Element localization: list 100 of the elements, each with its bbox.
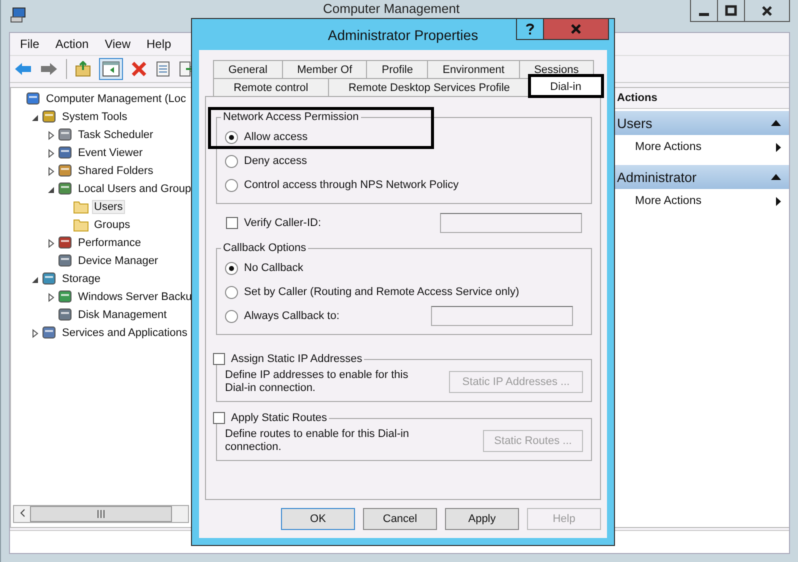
callback-number-field[interactable] xyxy=(431,306,573,326)
minimize-button[interactable] xyxy=(690,0,718,22)
tool-icon xyxy=(57,289,73,305)
section-toggle-icon[interactable] xyxy=(771,174,781,180)
console-tree-icon[interactable] xyxy=(99,58,123,80)
tree-item[interactable]: Shared Folders xyxy=(76,164,156,178)
submenu-arrow-icon xyxy=(776,196,781,206)
menu-item[interactable]: View xyxy=(104,37,130,51)
expand-arrow-icon[interactable] xyxy=(46,238,54,248)
radio-button[interactable] xyxy=(225,130,238,144)
maximize-icon xyxy=(725,4,737,16)
tree-item[interactable]: Services and Applications xyxy=(60,326,190,340)
radio-button[interactable] xyxy=(225,154,238,168)
dialog-title: Administrator Properties xyxy=(328,26,478,42)
checkbox-label: Verify Caller-ID: xyxy=(244,217,322,229)
collapse-arrow-icon[interactable] xyxy=(30,112,38,122)
tree-item[interactable]: Windows Server Backu xyxy=(76,290,191,304)
tool-icon xyxy=(41,109,57,125)
expand-arrow-icon[interactable] xyxy=(46,148,54,158)
checkbox[interactable] xyxy=(213,412,225,424)
folder-up-icon[interactable] xyxy=(75,61,91,77)
help-icon xyxy=(526,23,534,35)
description-text: Define routes to enable for this Dial-in connection. xyxy=(225,428,410,454)
expand-arrow-icon[interactable] xyxy=(46,292,54,302)
tool-icon xyxy=(57,235,73,251)
expand-arrow-icon[interactable] xyxy=(30,328,38,338)
tool-icon xyxy=(57,307,73,323)
checkbox-label: Assign Static IP Addresses xyxy=(231,353,362,365)
checkbox-label: Apply Static Routes xyxy=(231,412,327,424)
tool-icon xyxy=(57,145,73,161)
tool-icon xyxy=(57,127,73,143)
group-title: Network Access Permission xyxy=(222,111,360,123)
description-text: Define IP addresses to enable for this Dial-in connection. xyxy=(225,369,410,395)
group-title: Callback Options xyxy=(222,242,308,254)
radio-button[interactable] xyxy=(225,178,238,192)
tool-icon xyxy=(25,91,41,107)
dialog-button[interactable]: Apply xyxy=(445,508,519,530)
forward-arrow-icon[interactable] xyxy=(40,62,58,76)
tree-item[interactable]: System Tools xyxy=(60,110,130,124)
tab[interactable]: Profile xyxy=(366,60,428,78)
section-title: Users xyxy=(617,116,652,130)
tool-icon xyxy=(41,271,57,287)
back-arrow-icon[interactable] xyxy=(14,62,32,76)
expand-arrow-icon[interactable] xyxy=(46,166,54,176)
tree-item[interactable]: Disk Management xyxy=(76,308,169,322)
tab[interactable]: Dial-in xyxy=(530,76,602,96)
tab[interactable]: Environment xyxy=(427,60,520,78)
tree-item[interactable]: Storage xyxy=(60,272,103,286)
tool-icon xyxy=(57,163,73,179)
tool-icon xyxy=(57,181,73,197)
scroll-left-icon[interactable] xyxy=(20,509,24,517)
close-icon xyxy=(761,4,773,16)
tree-item[interactable]: Groups xyxy=(92,218,132,232)
expand-arrow-icon[interactable] xyxy=(46,130,54,140)
help-button[interactable] xyxy=(516,19,544,40)
tab[interactable]: Remote Desktop Services Profile xyxy=(328,78,531,96)
caller-id-field[interactable] xyxy=(440,213,582,233)
properties-icon[interactable] xyxy=(155,61,171,77)
radio-button[interactable] xyxy=(225,262,238,274)
computer-icon xyxy=(10,7,26,23)
tab[interactable]: General xyxy=(213,60,283,78)
collapse-arrow-icon[interactable] xyxy=(46,184,54,194)
tree-item[interactable]: Users xyxy=(92,200,125,214)
checkbox[interactable] xyxy=(226,217,238,229)
option-label: Allow access xyxy=(244,131,308,143)
section-toggle-icon[interactable] xyxy=(771,120,781,126)
close-button[interactable] xyxy=(744,0,790,22)
dialog-button[interactable]: Cancel xyxy=(363,508,437,530)
menu-item[interactable]: Help xyxy=(146,37,172,51)
minimize-icon xyxy=(699,12,709,16)
submenu-arrow-icon xyxy=(776,142,781,152)
tree-item[interactable]: Performance xyxy=(76,236,143,250)
tab[interactable]: Member Of xyxy=(282,60,368,78)
delete-icon[interactable] xyxy=(131,61,147,77)
tree-item[interactable]: Computer Management (Loc xyxy=(44,92,188,106)
tree-item[interactable]: Local Users and Group xyxy=(76,182,191,196)
tree-item[interactable]: Task Scheduler xyxy=(76,128,156,142)
tree-item[interactable]: Event Viewer xyxy=(76,146,145,160)
radio-button[interactable] xyxy=(225,286,238,298)
grip-icon xyxy=(97,510,105,518)
collapse-arrow-icon[interactable] xyxy=(30,274,38,284)
option-label: Control access through NPS Network Policy xyxy=(244,179,459,191)
option-label: No Callback xyxy=(244,262,304,274)
tab[interactable]: Remote control xyxy=(213,78,329,96)
action-link[interactable]: More Actions xyxy=(635,195,702,207)
radio-button[interactable] xyxy=(225,310,238,322)
menu-item[interactable]: File xyxy=(20,37,40,51)
option-label: Always Callback to: xyxy=(244,310,340,322)
option-label: Deny access xyxy=(244,155,307,167)
menu-item[interactable]: Action xyxy=(55,37,89,51)
section-title: Administrator xyxy=(617,170,697,184)
dialog-button[interactable]: OK xyxy=(281,508,355,530)
tool-icon xyxy=(57,253,73,269)
tree-item[interactable]: Device Manager xyxy=(76,254,160,268)
close-icon xyxy=(570,24,582,34)
checkbox[interactable] xyxy=(213,353,225,365)
tool-icon xyxy=(41,325,57,341)
horizontal-scrollbar[interactable] xyxy=(13,505,189,523)
folder-icon xyxy=(73,200,89,214)
action-link[interactable]: More Actions xyxy=(635,141,702,153)
